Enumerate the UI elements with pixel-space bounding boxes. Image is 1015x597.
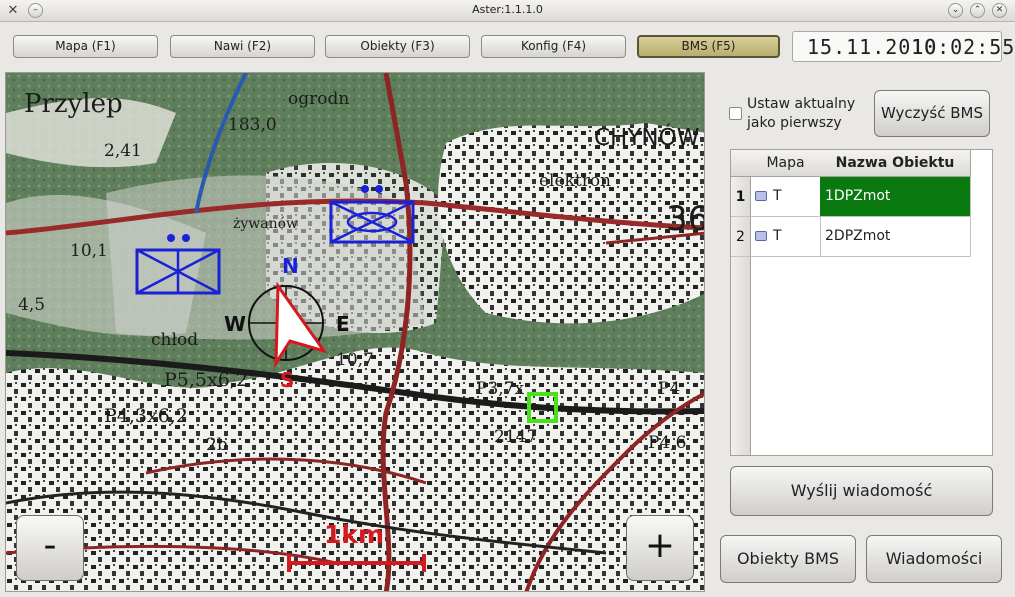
map-label-101: 10,1 [70,241,108,261]
row-header-filler [731,257,751,455]
tab-obiekty[interactable]: Obiekty (F3) [325,35,470,58]
messages-button[interactable]: Wiadomości [866,535,1002,583]
map-layer-icon [755,191,767,201]
map-label-p4: P4 [658,379,681,399]
table-cell-mapa[interactable]: T [751,177,821,217]
table-corner [731,150,752,177]
map-label-107: 10,7 [336,350,374,370]
map-label-p55x62: P5,5x6,2 [164,369,248,391]
clock-time: 10:02:55 [911,35,1015,59]
cell-mapa-text: T [773,188,782,204]
title-bar: ✕ – Aster:1.1.1.0 ⌄ ⌃ ✕ [0,0,1015,22]
table-cell-name[interactable]: 2DPZmot [820,217,971,257]
tab-nawi[interactable]: Nawi (F2) [170,35,315,58]
column-header-name[interactable]: Nazwa Obiektu [820,150,971,177]
send-message-button[interactable]: Wyślij wiadomość [730,466,993,516]
tab-bms[interactable]: BMS (F5) [637,35,780,58]
map-label-p46: P4,6 [648,433,687,453]
maximize-button[interactable]: ⌃ [970,3,985,18]
row-number[interactable]: 1 [731,177,751,217]
map-layer-icon [755,231,767,241]
bms-object-table: Mapa Nazwa Obiektu 1 T 1DPZmot 2 T 2DPZm… [730,149,993,456]
map-label-ogrodn: ogrodn [288,89,350,109]
compass-w: W [224,312,247,336]
column-header-mapa[interactable]: Mapa [751,150,821,177]
bms-objects-button[interactable]: Obiekty BMS [720,535,856,583]
set-current-first-checkbox[interactable] [729,107,742,120]
map-view[interactable]: Przylep CHYNÓW ogrodn elektron żywanów c… [5,72,705,592]
compass-e: E [336,312,350,336]
map-label-chynow: CHYNÓW [594,125,700,151]
tab-konfig[interactable]: Konfig (F4) [481,35,626,58]
clock-display: 15.11.2010 10:02:55 [792,31,1014,62]
map-label-chlod: chłod [151,330,199,350]
map-label-2147: 2147 [494,427,538,447]
map-label-p43x62: P4,3x6,2 [104,405,188,427]
clear-bms-button[interactable]: Wyczyść BMS [874,90,990,137]
close-button[interactable]: ✕ [992,3,1007,18]
table-cell-name-selected[interactable]: 1DPZmot [820,177,971,217]
zoom-out-button[interactable]: - [16,515,84,581]
map-label-elektron: elektron [539,171,612,191]
map-label-przylep: Przylep [24,89,123,119]
compass-s: S [280,368,295,392]
map-label-241: 2,41 [104,141,142,161]
window-title: Aster:1.1.1.0 [472,3,543,16]
scale-label: 1km [324,520,385,549]
minimize-button[interactable]: ⌄ [948,3,963,18]
map-label-1830: 183,0 [228,115,277,135]
map-label-45: 4,5 [18,295,46,315]
map-label-zywanow: żywanów [233,216,299,232]
zoom-in-button[interactable]: + [626,515,694,581]
map-label-2b: 2b [206,435,228,455]
set-current-first-label: Ustaw aktualny jako pierwszy [747,96,856,131]
map-label-36: 36 [666,199,705,239]
map-label-p37x: P3,7x [476,379,525,399]
tab-mapa[interactable]: Mapa (F1) [13,35,158,58]
table-cell-mapa[interactable]: T [751,217,821,257]
row-number[interactable]: 2 [731,217,751,257]
cell-mapa-text: T [773,228,782,244]
compass-n: N [282,254,299,278]
